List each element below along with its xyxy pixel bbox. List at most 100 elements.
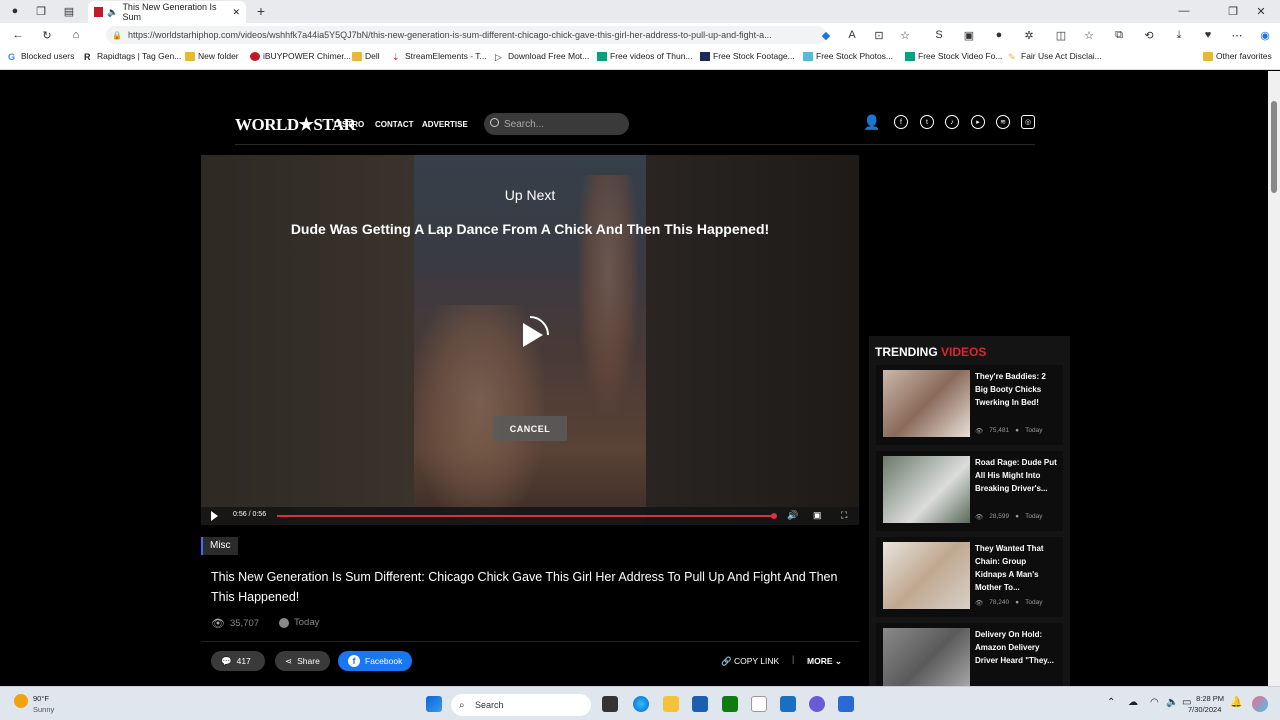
fav-item[interactable]: iBUYPOWER Chimer... <box>250 51 351 61</box>
tab-active[interactable]: 🔈 This New Generation Is Sum ✕ <box>88 1 246 23</box>
nav-contact[interactable]: CONTACT <box>375 120 414 129</box>
fav-item[interactable]: Free Stock Video Fo... <box>905 51 1002 61</box>
weather-temp[interactable]: 90°F <box>33 694 49 703</box>
copy-link-button[interactable]: 🔗 COPY LINK <box>721 656 779 667</box>
store-icon[interactable] <box>692 696 708 712</box>
browser-essentials-icon[interactable]: ♥ <box>1199 26 1217 44</box>
maximize-icon[interactable]: ❐ <box>1224 2 1242 20</box>
tab-close-icon[interactable]: ✕ <box>232 7 240 18</box>
other-favorites[interactable]: Other favorites <box>1203 51 1272 61</box>
downloads-icon[interactable]: ⤓ <box>1170 26 1188 44</box>
fav-item[interactable]: ▷ Download Free Mot... <box>495 51 589 62</box>
edge-icon[interactable] <box>633 696 649 712</box>
trending-thumbnail[interactable] <box>883 370 970 437</box>
nav-distro[interactable]: DISTRO <box>334 120 364 129</box>
clock-date[interactable]: 7/30/2024 <box>1188 705 1221 714</box>
xbox-icon[interactable] <box>722 696 738 712</box>
volume-icon[interactable]: 🔊 <box>787 510 798 521</box>
tag-icon[interactable]: ◆ <box>817 26 835 44</box>
trending-title[interactable]: Delivery On Hold: Amazon Delivery Driver… <box>975 628 1059 667</box>
play-icon[interactable] <box>211 511 218 521</box>
workspaces-icon[interactable]: ❐ <box>32 2 50 20</box>
volume-icon[interactable]: 🔈 <box>1166 697 1178 708</box>
home-icon[interactable]: ⌂ <box>67 26 85 44</box>
fav-item[interactable]: Free Stock Footage... <box>700 51 795 61</box>
wifi-icon[interactable]: ◠ <box>1150 697 1159 708</box>
facebook-share-button[interactable]: f Facebook <box>338 651 413 671</box>
window-close-icon[interactable]: ✕ <box>1252 2 1270 20</box>
app-icon[interactable] <box>838 696 854 712</box>
favorite-star-icon[interactable]: ☆ <box>896 26 914 44</box>
url-field[interactable]: 🔒 https://worldstarhiphop.com/videos/wsh… <box>106 26 826 44</box>
fav-item[interactable]: Dell <box>352 51 380 61</box>
progress-handle[interactable] <box>771 513 777 519</box>
fav-item[interactable]: ✎ Fair Use Act Disclai... <box>1008 51 1102 62</box>
file-explorer-icon[interactable] <box>663 696 679 712</box>
trending-item[interactable]: They're Baddies: 2 Big Booty Chicks Twer… <box>876 365 1063 445</box>
copilot-icon[interactable] <box>1252 696 1268 712</box>
chevron-up-icon[interactable]: ⌃ <box>1107 697 1115 708</box>
fav-item[interactable]: Free videos of Thun... <box>597 51 693 61</box>
facebook-icon[interactable]: f <box>894 115 908 129</box>
site-search-input[interactable]: Search... <box>484 113 629 135</box>
fullscreen-icon[interactable]: ⛶ <box>841 510 847 521</box>
cancel-button[interactable]: CANCEL <box>493 416 567 441</box>
nav-advertise[interactable]: ADVERTISE <box>422 120 468 129</box>
category-badge[interactable]: Misc <box>201 537 238 555</box>
trending-item[interactable]: Road Rage: Dude Put All His Might Into B… <box>876 451 1063 531</box>
fav-item[interactable]: G Blocked users <box>8 51 74 62</box>
notepad-icon[interactable] <box>751 696 767 712</box>
more-button[interactable]: MORE ⌄ <box>807 656 842 667</box>
app-icon[interactable] <box>809 696 825 712</box>
trending-thumbnail[interactable] <box>883 542 970 609</box>
trending-title[interactable]: Road Rage: Dude Put All His Might Into B… <box>975 456 1059 495</box>
start-icon[interactable] <box>426 696 442 712</box>
trending-thumbnail[interactable] <box>883 456 970 523</box>
copilot-icon[interactable]: ◉ <box>1256 26 1274 44</box>
collections-icon[interactable]: ⧉ <box>1110 26 1128 44</box>
fav-item[interactable]: Free Stock Photos... <box>803 51 893 61</box>
up-next-title[interactable]: Dude Was Getting A Lap Dance From A Chic… <box>201 221 859 237</box>
twitter-icon[interactable]: t <box>920 115 934 129</box>
more-menu-icon[interactable]: ⋯ <box>1228 26 1246 44</box>
fav-item[interactable]: ⇣ StreamElements - T... <box>392 51 487 62</box>
fav-item[interactable]: R Rapidtags | Tag Gen... <box>84 51 181 62</box>
share-button[interactable]: ⋖ Share <box>275 651 330 671</box>
taskbar-search[interactable]: ⌕ Search <box>451 694 591 716</box>
play-next-icon[interactable] <box>510 315 550 355</box>
user-icon[interactable]: 👤 <box>863 114 880 131</box>
trending-item[interactable]: Delivery On Hold: Amazon Delivery Driver… <box>876 623 1063 686</box>
weather-icon[interactable] <box>14 694 28 708</box>
split-screen-icon[interactable]: ◫ <box>1052 26 1070 44</box>
minimize-icon[interactable]: — <box>1175 2 1193 20</box>
video-player[interactable]: Up Next Dude Was Getting A Lap Dance Fro… <box>201 155 859 525</box>
back-icon[interactable]: ← <box>9 26 27 44</box>
extension-2-icon[interactable]: ● <box>990 26 1008 44</box>
favorites-icon[interactable]: ☆ <box>1080 26 1098 44</box>
spotify-icon[interactable]: ≋ <box>996 115 1010 129</box>
extensions-icon[interactable]: ✲ <box>1020 26 1038 44</box>
profile-icon[interactable]: ● <box>6 2 24 20</box>
trending-thumbnail[interactable] <box>883 628 970 686</box>
cloud-icon[interactable]: ☁ <box>1128 697 1138 708</box>
new-tab-icon[interactable]: + <box>252 2 270 20</box>
comments-button[interactable]: 💬 417 <box>211 651 265 671</box>
page-scrollbar[interactable] <box>1268 71 1280 686</box>
tab-actions-icon[interactable]: ▤ <box>60 2 78 20</box>
refresh-icon[interactable]: ↻ <box>38 26 56 44</box>
notification-bell-icon[interactable]: 🔔 <box>1230 697 1242 708</box>
picture-in-picture-icon[interactable]: ▣ <box>813 510 822 521</box>
tiktok-icon[interactable]: ♪ <box>945 115 959 129</box>
mail-icon[interactable] <box>780 696 796 712</box>
audio-icon[interactable]: 🔈 <box>107 7 118 18</box>
trending-title[interactable]: They're Baddies: 2 Big Booty Chicks Twer… <box>975 370 1059 409</box>
progress-bar[interactable] <box>277 513 777 519</box>
extension-s-icon[interactable]: S <box>930 26 948 44</box>
scrollbar-thumb[interactable] <box>1271 101 1277 193</box>
task-view-icon[interactable] <box>602 696 618 712</box>
fav-item[interactable]: New folder <box>185 51 239 61</box>
trending-item[interactable]: They Wanted That Chain: Group Kidnaps A … <box>876 537 1063 617</box>
extension-icon[interactable]: ▣ <box>960 26 978 44</box>
instagram-icon[interactable]: ◎ <box>1021 115 1035 129</box>
history-icon[interactable]: ⟲ <box>1140 26 1158 44</box>
